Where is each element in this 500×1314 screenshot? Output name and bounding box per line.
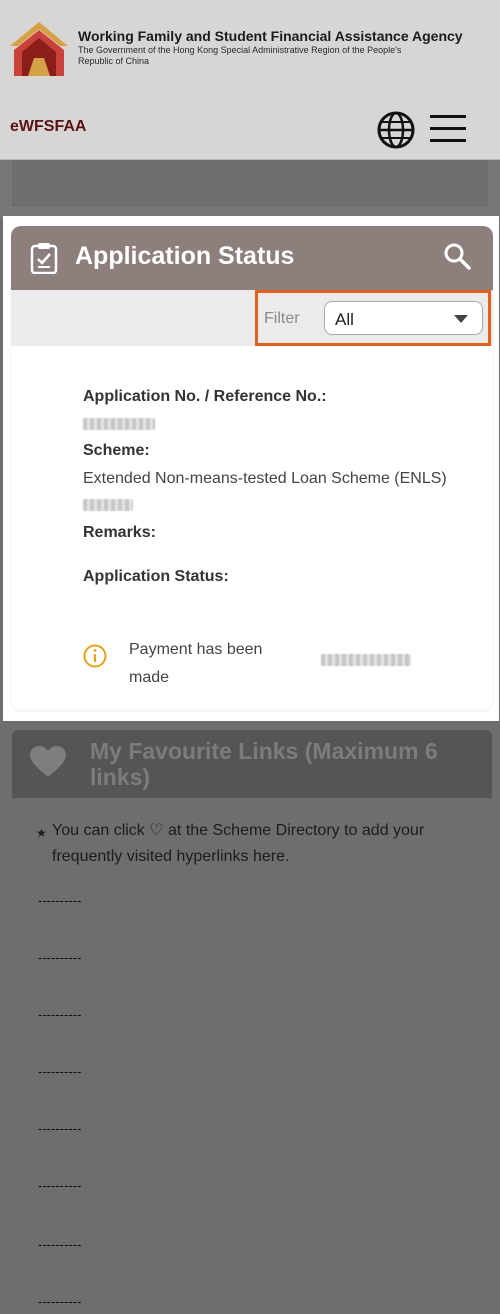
info-icon xyxy=(83,644,107,668)
remarks-label: Remarks: xyxy=(83,524,156,541)
favourite-link-placeholder[interactable]: ---------- xyxy=(38,893,81,908)
favourites-note-text: You can click ♡ at the Scheme Directory … xyxy=(52,822,425,865)
redacted-status-date xyxy=(321,654,411,666)
application-no-value xyxy=(83,406,463,440)
favourites-note: ★ You can click ♡ at the Scheme Director… xyxy=(36,818,478,870)
filter-label: Filter xyxy=(264,310,300,327)
favourite-link-placeholder[interactable]: ---------- xyxy=(38,1294,81,1309)
agency-subtitle: The Government of the Hong Kong Special … xyxy=(78,45,402,66)
favourites-header: My Favourite Links (Maximum 6 links) xyxy=(12,730,492,798)
top-header: Working Family and Student Financial Ass… xyxy=(0,0,500,160)
search-icon[interactable] xyxy=(443,242,471,270)
favourite-link-placeholder[interactable]: ---------- xyxy=(38,1064,81,1079)
caret-down-icon xyxy=(454,315,468,323)
star-bullet: ★ xyxy=(36,826,47,840)
application-no-label: Application No. / Reference No.: xyxy=(83,388,327,405)
redacted-application-no xyxy=(83,418,155,430)
clipboard-icon xyxy=(30,243,58,274)
favourites-title: My Favourite Links (Maximum 6 links) xyxy=(90,738,438,790)
card-header: Application Status xyxy=(11,226,493,290)
filter-selected-value: All xyxy=(335,310,354,329)
agency-logo-icon xyxy=(10,22,68,76)
status-row: Payment has been made xyxy=(83,636,463,686)
menu-icon[interactable] xyxy=(430,112,466,144)
scheme-label: Scheme: xyxy=(83,442,150,459)
favourite-link-placeholder[interactable]: ---------- xyxy=(38,1121,81,1136)
scheme-value: Extended Non-means-tested Loan Scheme (E… xyxy=(83,466,463,518)
filter-select[interactable]: All xyxy=(324,301,483,335)
status-label: Application Status: xyxy=(83,568,229,585)
brand-link[interactable]: eWFSFAA xyxy=(10,118,86,136)
dim-panel xyxy=(12,160,488,206)
redacted-scheme-ref xyxy=(83,498,133,511)
application-details: Application No. / Reference No.: Scheme:… xyxy=(83,388,463,586)
agency-name: Working Family and Student Financial Ass… xyxy=(78,28,463,44)
status-value: Payment has been made xyxy=(129,641,263,686)
page: Working Family and Student Financial Ass… xyxy=(0,0,500,1314)
filter-bar: Filter All xyxy=(11,290,493,346)
favourite-link-placeholder[interactable]: ---------- xyxy=(38,1178,81,1193)
heart-icon xyxy=(30,746,66,777)
card-title: Application Status xyxy=(75,242,295,270)
favourite-link-placeholder[interactable]: ---------- xyxy=(38,950,81,965)
favourite-link-placeholder[interactable]: ---------- xyxy=(38,1007,81,1022)
scheme-value-text: Extended Non-means-tested Loan Scheme (E… xyxy=(83,470,447,487)
favourite-link-placeholder[interactable]: ---------- xyxy=(38,1237,81,1252)
globe-icon[interactable] xyxy=(376,110,416,150)
